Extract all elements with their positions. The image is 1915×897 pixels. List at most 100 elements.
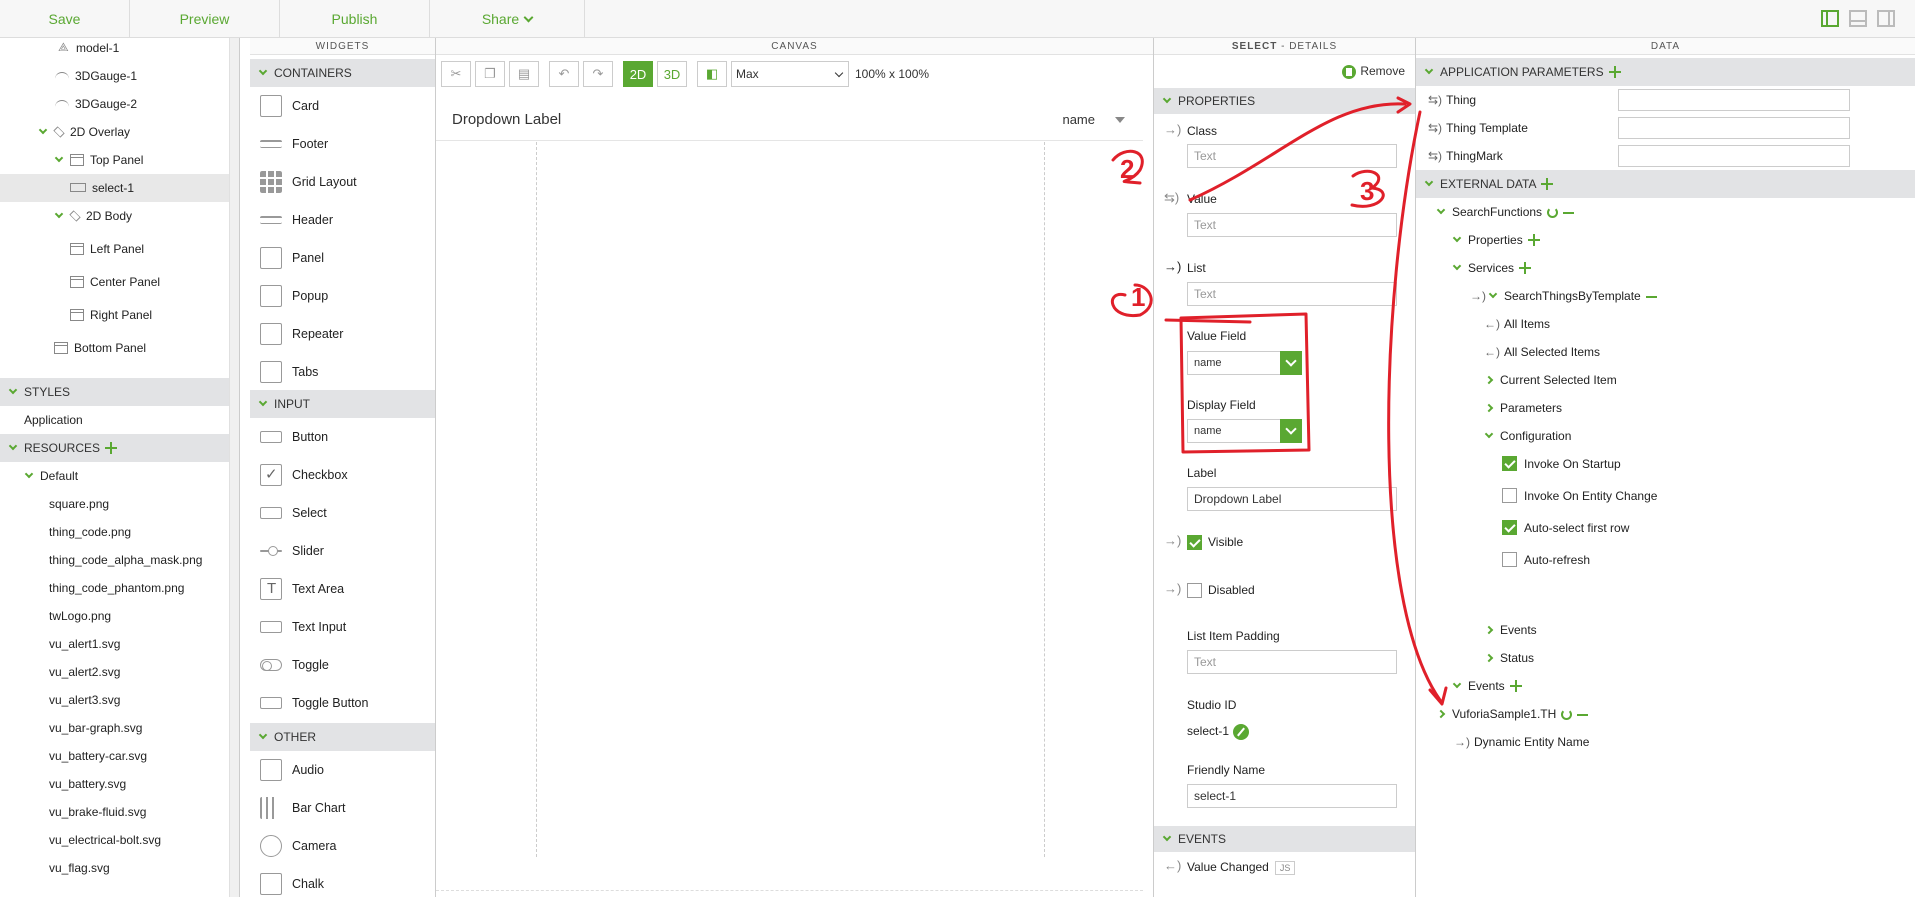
widget-footer[interactable]: Footer — [250, 125, 435, 163]
thing-events-node[interactable]: Events — [1452, 672, 1522, 700]
two-way-bind-icon[interactable]: ⇆) — [1164, 190, 1179, 206]
js-badge[interactable]: JS — [1274, 861, 1296, 875]
friendly-name-input[interactable]: select-1 — [1187, 784, 1397, 808]
share-button[interactable]: Share — [430, 0, 585, 38]
left-panel-layout-icon[interactable] — [1821, 10, 1839, 27]
remove-button[interactable]: Remove — [1342, 64, 1405, 79]
properties-node[interactable]: Properties — [1452, 226, 1540, 254]
two-way-bind-icon[interactable]: ⇆) — [1428, 93, 1442, 107]
list-item-padding-input[interactable]: Text — [1187, 650, 1397, 674]
chevron-down-icon[interactable] — [1452, 679, 1462, 689]
configuration-node[interactable]: Configuration — [1484, 422, 1571, 450]
resource-item[interactable]: vu_alert1.svg — [0, 630, 229, 658]
all-items-node[interactable]: ←) All Items — [1484, 310, 1550, 338]
param-row-thingmark[interactable]: ⇆) ThingMark — [1428, 142, 1915, 170]
two-way-bind-icon[interactable]: ⇆) — [1428, 121, 1442, 135]
search-functions-node[interactable]: SearchFunctions — [1436, 198, 1575, 226]
param-input[interactable] — [1618, 117, 1850, 139]
output-arrow-icon[interactable]: ←) — [1484, 317, 1500, 331]
add-param-icon[interactable] — [1608, 65, 1621, 78]
config-checkbox[interactable] — [1502, 552, 1517, 567]
refresh-icon[interactable] — [1547, 207, 1559, 219]
service-search-things-node[interactable]: →) SearchThingsByTemplate — [1470, 282, 1657, 310]
resource-item[interactable]: twLogo.png — [0, 602, 229, 630]
containers-section-header[interactable]: CONTAINERS — [250, 59, 435, 87]
bottom-panel-layout-icon[interactable] — [1849, 10, 1867, 27]
chevron-right-icon[interactable] — [1484, 403, 1494, 413]
tree-item-3dgauge-2[interactable]: 3DGauge-2 — [0, 90, 229, 118]
chevron-down-icon[interactable] — [1280, 419, 1302, 443]
remove-icon[interactable] — [1645, 295, 1657, 298]
paste-icon[interactable]: ▤ — [509, 61, 539, 87]
add-property-icon[interactable] — [1527, 233, 1540, 246]
widget-tabs[interactable]: Tabs — [250, 353, 435, 391]
value-changed-event[interactable]: Value Changed JS — [1187, 860, 1296, 875]
events-node[interactable]: Events — [1484, 616, 1537, 644]
resource-item[interactable]: vu_alert3.svg — [0, 686, 229, 714]
tree-item-2d-overlay[interactable]: 2D Overlay — [0, 118, 229, 146]
refresh-icon[interactable] — [1561, 709, 1573, 721]
resource-item[interactable]: thing_code.png — [0, 518, 229, 546]
widget-header[interactable]: Header — [250, 201, 435, 239]
layers-icon[interactable]: ◧ — [697, 61, 727, 87]
widget-audio[interactable]: Audio — [250, 751, 435, 789]
external-data-section-header[interactable]: EXTERNAL DATA — [1416, 170, 1915, 198]
widget-button[interactable]: Button — [250, 418, 435, 456]
canvas-select-widget[interactable]: Dropdown Label name — [436, 98, 1143, 141]
tree-item-application-style[interactable]: Application — [0, 406, 229, 434]
resource-item[interactable]: thing_code_phantom.png — [0, 574, 229, 602]
resource-item[interactable]: vu_alert2.svg — [0, 658, 229, 686]
widget-slider[interactable]: Slider — [250, 532, 435, 570]
widget-grid-layout[interactable]: Grid Layout — [250, 163, 435, 201]
resource-item[interactable]: square.png — [0, 490, 229, 518]
mode-3d-button[interactable]: 3D — [657, 61, 687, 87]
properties-section-header[interactable]: PROPERTIES — [1154, 88, 1415, 114]
chevron-right-icon[interactable] — [1436, 709, 1446, 719]
param-row-thing-template[interactable]: ⇆) Thing Template — [1428, 114, 1915, 142]
bind-arrow-icon[interactable]: →) — [1470, 289, 1486, 303]
chevron-right-icon[interactable] — [1484, 375, 1494, 385]
config-option[interactable]: Auto-refresh — [1502, 546, 1590, 574]
value-field-select[interactable]: name — [1187, 351, 1302, 375]
add-external-data-icon[interactable] — [1541, 177, 1554, 190]
chevron-down-icon[interactable] — [38, 125, 48, 135]
list-input[interactable]: Text — [1187, 282, 1397, 306]
bind-arrow-icon[interactable]: →) — [1164, 259, 1181, 274]
param-input[interactable] — [1618, 89, 1850, 111]
widget-checkbox[interactable]: Checkbox — [250, 456, 435, 494]
remove-icon[interactable] — [1577, 713, 1589, 716]
mode-2d-button[interactable]: 2D — [623, 61, 653, 87]
disabled-checkbox[interactable] — [1187, 583, 1202, 598]
chevron-down-icon[interactable] — [1452, 233, 1462, 243]
cut-icon[interactable]: ✂ — [441, 61, 471, 87]
all-selected-items-node[interactable]: ←) All Selected Items — [1484, 338, 1600, 366]
widget-toggle[interactable]: Toggle — [250, 646, 435, 684]
app-params-section-header[interactable]: APPLICATION PARAMETERS — [1416, 58, 1915, 86]
chevron-down-icon[interactable] — [1436, 205, 1446, 215]
bind-arrow-icon[interactable]: →) — [1454, 735, 1470, 749]
visible-checkbox[interactable] — [1187, 535, 1202, 550]
widget-text-area[interactable]: Text Area — [250, 570, 435, 608]
widget-repeater[interactable]: Repeater — [250, 315, 435, 353]
config-option[interactable]: Invoke On Startup — [1502, 450, 1621, 478]
widget-popup[interactable]: Popup — [250, 277, 435, 315]
widget-toggle-button[interactable]: Toggle Button — [250, 684, 435, 722]
value-input[interactable]: Text — [1187, 213, 1397, 237]
resource-item[interactable]: vu_brake-fluid.svg — [0, 798, 229, 826]
widget-panel[interactable]: Panel — [250, 239, 435, 277]
chevron-down-icon[interactable] — [1484, 429, 1494, 439]
tree-item-model-1[interactable]: model-1 — [0, 38, 229, 62]
remove-icon[interactable] — [1563, 211, 1575, 214]
add-resource-icon[interactable] — [105, 441, 118, 454]
widget-bar-chart[interactable]: Bar Chart — [250, 789, 435, 827]
resource-item[interactable]: vu_battery.svg — [0, 770, 229, 798]
tree-item-bottom-panel[interactable]: Bottom Panel — [0, 334, 229, 362]
config-option[interactable]: Auto-select first row — [1502, 514, 1629, 542]
widget-text-input[interactable]: Text Input — [250, 608, 435, 646]
output-arrow-icon[interactable]: ←) — [1484, 345, 1500, 359]
resource-item[interactable]: vu_bar-graph.svg — [0, 714, 229, 742]
widget-camera[interactable]: Camera — [250, 827, 435, 865]
widget-chalk[interactable]: Chalk — [250, 865, 435, 897]
tree-item-right-panel[interactable]: Right Panel — [0, 301, 229, 329]
status-node[interactable]: Status — [1484, 644, 1534, 672]
